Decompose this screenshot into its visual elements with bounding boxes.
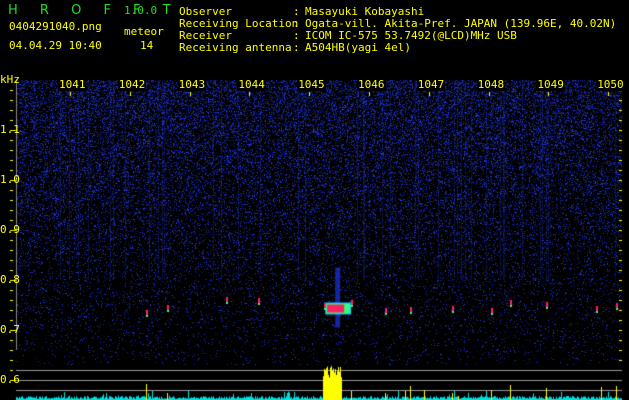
x-tick-label: 1049 xyxy=(536,78,565,91)
y-tick-label: 1.0 xyxy=(0,173,20,186)
x-tick-label: 1047 xyxy=(416,78,446,91)
colon: : xyxy=(293,41,300,54)
meteor-label: meteor xyxy=(124,25,164,38)
x-tick-label: 1043 xyxy=(177,78,207,91)
file-name: 0404291040.png xyxy=(9,20,102,33)
datetime: 04.04.29 10:40 xyxy=(9,39,102,52)
x-tick-label: 1044 xyxy=(237,78,266,91)
x-tick-label: 1041 xyxy=(58,78,87,91)
x-tick-label: 1050 xyxy=(596,78,625,91)
x-tick-label: 1048 xyxy=(476,78,506,91)
hrofft-window: H R O F F T 1.0.0 0404291040.png 04.04.2… xyxy=(0,0,629,400)
x-tick-label: 1045 xyxy=(297,78,326,91)
app-version: 1.0.0 xyxy=(124,4,158,17)
x-tick-label: 1046 xyxy=(357,78,386,91)
y-tick-label: 0.6 xyxy=(0,373,20,386)
y-axis-label: kHz xyxy=(0,73,20,86)
y-tick-label: 0.7 xyxy=(0,323,20,336)
meteor-count: 14 xyxy=(140,39,154,52)
info-value-antenna: A504HB(yagi 4el) xyxy=(305,41,411,54)
spectrogram xyxy=(0,0,629,400)
y-tick-label: 0.9 xyxy=(0,223,20,236)
y-tick-label: 0.8 xyxy=(0,273,20,286)
x-tick-label: 1042 xyxy=(117,78,147,91)
info-label-antenna: Receiving antenna xyxy=(179,41,292,54)
y-tick-label: 1.1 xyxy=(0,123,20,136)
